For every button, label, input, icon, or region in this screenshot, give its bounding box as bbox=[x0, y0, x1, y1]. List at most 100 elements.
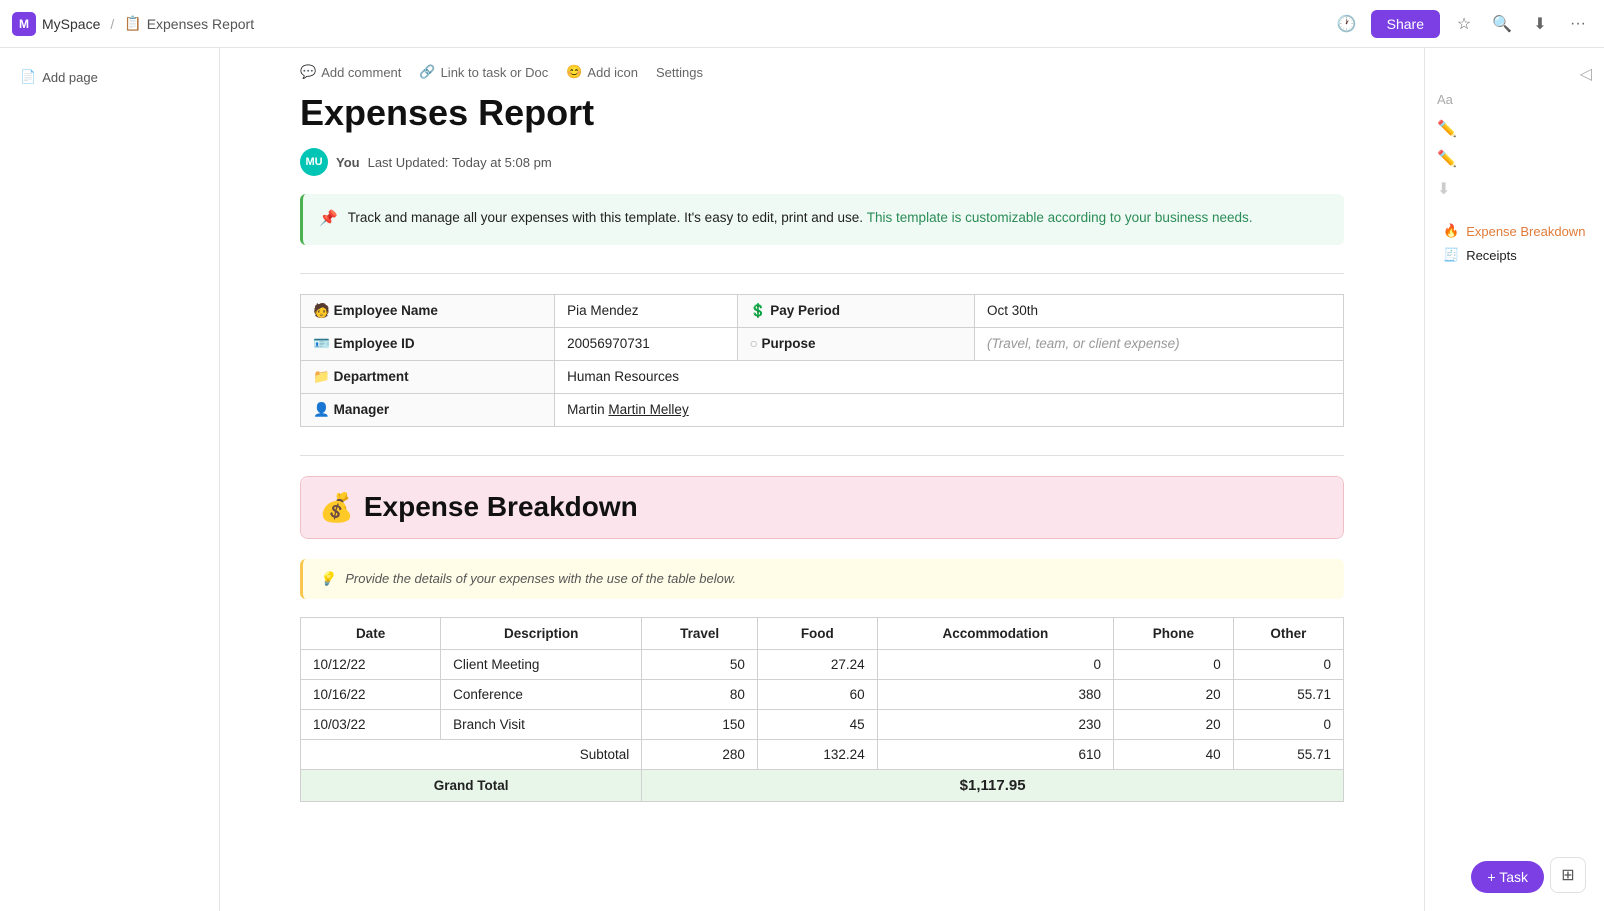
right-panel: ◁ Aa ✏️ ✏️ ⬇ 🔥 Expense Breakdown 🧾 Recei… bbox=[1424, 48, 1604, 911]
author-row: MU You Last Updated: Today at 5:08 pm bbox=[300, 148, 1344, 176]
link-icon: 🔗 bbox=[419, 64, 435, 80]
avatar: MU bbox=[300, 148, 328, 176]
grand-total-row: Grand Total $1,117.95 bbox=[301, 769, 1344, 801]
topbar-right: 🕐 Share ☆ 🔍 ⬇ ··· bbox=[1333, 10, 1592, 38]
subtotal-label: Subtotal bbox=[301, 739, 642, 769]
id-icon: 🪪 bbox=[313, 336, 330, 351]
breadcrumb-doc[interactable]: 📋 Expenses Report bbox=[124, 15, 254, 32]
doc-breadcrumb-name: Expenses Report bbox=[147, 16, 254, 32]
expense-cell: 0 bbox=[877, 649, 1113, 679]
employee-name-value: Pia Mendez bbox=[555, 294, 737, 327]
add-page-icon: 📄 bbox=[20, 69, 36, 85]
col-food: Food bbox=[757, 617, 877, 649]
dollar-icon: 💲 bbox=[750, 303, 767, 318]
intro-callout: 📌 Track and manage all your expenses wit… bbox=[300, 194, 1344, 245]
clock-icon[interactable]: 🕐 bbox=[1333, 10, 1361, 38]
col-other: Other bbox=[1233, 617, 1343, 649]
table-row: 10/12/22Client Meeting5027.24000 bbox=[301, 649, 1344, 679]
grid-view-button[interactable]: ⊞ bbox=[1550, 857, 1586, 893]
topbar: M MySpace / 📋 Expenses Report 🕐 Share ☆ … bbox=[0, 0, 1604, 48]
manager-value: Martin Martin Melley bbox=[555, 393, 1344, 426]
download-icon[interactable]: ⬇ bbox=[1526, 10, 1554, 38]
department-value: Human Resources bbox=[555, 360, 1344, 393]
workspace-name[interactable]: MySpace bbox=[42, 16, 100, 32]
col-phone: Phone bbox=[1113, 617, 1233, 649]
grand-total-value: $1,117.95 bbox=[642, 769, 1344, 801]
panel-top: ◁ bbox=[1437, 64, 1592, 92]
expense-cell: 150 bbox=[642, 709, 758, 739]
table-row: 👤 Manager Martin Martin Melley bbox=[301, 393, 1344, 426]
expense-cell: 230 bbox=[877, 709, 1113, 739]
expense-cell: 20 bbox=[1113, 679, 1233, 709]
receipt-icon: 🧾 bbox=[1443, 247, 1459, 263]
folder-icon: 📁 bbox=[313, 369, 330, 384]
search-icon[interactable]: 🔍 bbox=[1488, 10, 1516, 38]
comment-icon: 💬 bbox=[300, 64, 316, 80]
expense-cell: 0 bbox=[1233, 709, 1343, 739]
expense-cell: 0 bbox=[1113, 649, 1233, 679]
workspace-logo[interactable]: M bbox=[12, 12, 36, 36]
subtotal-row: Subtotal 280 132.24 610 40 55.71 bbox=[301, 739, 1344, 769]
grand-total-label: Grand Total bbox=[301, 769, 642, 801]
subtotal-food: 132.24 bbox=[757, 739, 877, 769]
subtotal-travel: 280 bbox=[642, 739, 758, 769]
expense-cell: 10/03/22 bbox=[301, 709, 441, 739]
add-icon-button[interactable]: 😊 Add icon bbox=[566, 64, 638, 80]
doc-icon: 📋 bbox=[124, 15, 141, 32]
employee-id-label: 🪪 Employee ID bbox=[301, 327, 555, 360]
expense-cell: 80 bbox=[642, 679, 758, 709]
emoji-icon: 😊 bbox=[566, 64, 582, 80]
employee-id-value: 20056970731 bbox=[555, 327, 737, 360]
col-date: Date bbox=[301, 617, 441, 649]
page-title: Expenses Report bbox=[300, 92, 1344, 134]
task-button[interactable]: + Task bbox=[1471, 861, 1544, 893]
link-task-button[interactable]: 🔗 Link to task or Doc bbox=[419, 64, 548, 80]
expense-breakdown-heading: 💰 Expense Breakdown bbox=[301, 477, 1343, 538]
sidebar: 📄 Add page bbox=[0, 48, 220, 911]
nav-expense-breakdown[interactable]: 🔥 Expense Breakdown bbox=[1437, 219, 1592, 243]
subtotal-other: 55.71 bbox=[1233, 739, 1343, 769]
divider-2 bbox=[300, 455, 1344, 456]
info-table: 🧑 Employee Name Pia Mendez 💲 Pay Period … bbox=[300, 294, 1344, 427]
panel-nav: 🔥 Expense Breakdown 🧾 Receipts bbox=[1437, 219, 1592, 267]
expense-cell: Conference bbox=[441, 679, 642, 709]
person-icon: 🧑 bbox=[313, 303, 330, 318]
employee-name-label: 🧑 Employee Name bbox=[301, 294, 555, 327]
add-comment-button[interactable]: 💬 Add comment bbox=[300, 64, 401, 80]
expense-cell: Client Meeting bbox=[441, 649, 642, 679]
col-description: Description bbox=[441, 617, 642, 649]
pay-period-label: 💲 Pay Period bbox=[737, 294, 974, 327]
col-travel: Travel bbox=[642, 617, 758, 649]
star-icon[interactable]: ☆ bbox=[1450, 10, 1478, 38]
breadcrumb-separator: / bbox=[110, 16, 114, 32]
expense-table: Date Description Travel Food Accommodati… bbox=[300, 617, 1344, 802]
edit-icon-1[interactable]: ✏️ bbox=[1437, 119, 1592, 139]
expense-cell: 380 bbox=[877, 679, 1113, 709]
expense-cell: 50 bbox=[642, 649, 758, 679]
pin-icon: 📌 bbox=[319, 208, 338, 231]
purpose-label: ○ Purpose bbox=[737, 327, 974, 360]
manager-icon: 👤 bbox=[313, 402, 330, 417]
fire-icon: 🔥 bbox=[1443, 223, 1459, 239]
table-row: 10/16/22Conference80603802055.71 bbox=[301, 679, 1344, 709]
expense-cell: 0 bbox=[1233, 649, 1343, 679]
text-format-label[interactable]: Aa bbox=[1437, 92, 1453, 107]
expense-cell: 10/12/22 bbox=[301, 649, 441, 679]
edit-icon-2[interactable]: ✏️ bbox=[1437, 149, 1592, 169]
add-page-button[interactable]: 📄 Add page bbox=[12, 64, 207, 90]
share-button[interactable]: Share bbox=[1371, 10, 1440, 38]
expense-cell: 45 bbox=[757, 709, 877, 739]
table-row: 📁 Department Human Resources bbox=[301, 360, 1344, 393]
nav-receipts[interactable]: 🧾 Receipts bbox=[1437, 243, 1592, 267]
bulb-icon: 💡 bbox=[319, 571, 335, 587]
expense-callout: 💡 Provide the details of your expenses w… bbox=[300, 559, 1344, 599]
table-row: 🪪 Employee ID 20056970731 ○ Purpose (Tra… bbox=[301, 327, 1344, 360]
arrow-down-icon[interactable]: ⬇ bbox=[1437, 179, 1592, 199]
settings-button[interactable]: Settings bbox=[656, 65, 703, 80]
pay-period-value: Oct 30th bbox=[975, 294, 1344, 327]
expense-breakdown-section: 💰 Expense Breakdown bbox=[300, 476, 1344, 539]
more-options-icon[interactable]: ··· bbox=[1564, 10, 1592, 38]
collapse-panel-button[interactable]: ◁ bbox=[1580, 64, 1592, 84]
divider-1 bbox=[300, 273, 1344, 274]
table-row: 10/03/22Branch Visit15045230200 bbox=[301, 709, 1344, 739]
